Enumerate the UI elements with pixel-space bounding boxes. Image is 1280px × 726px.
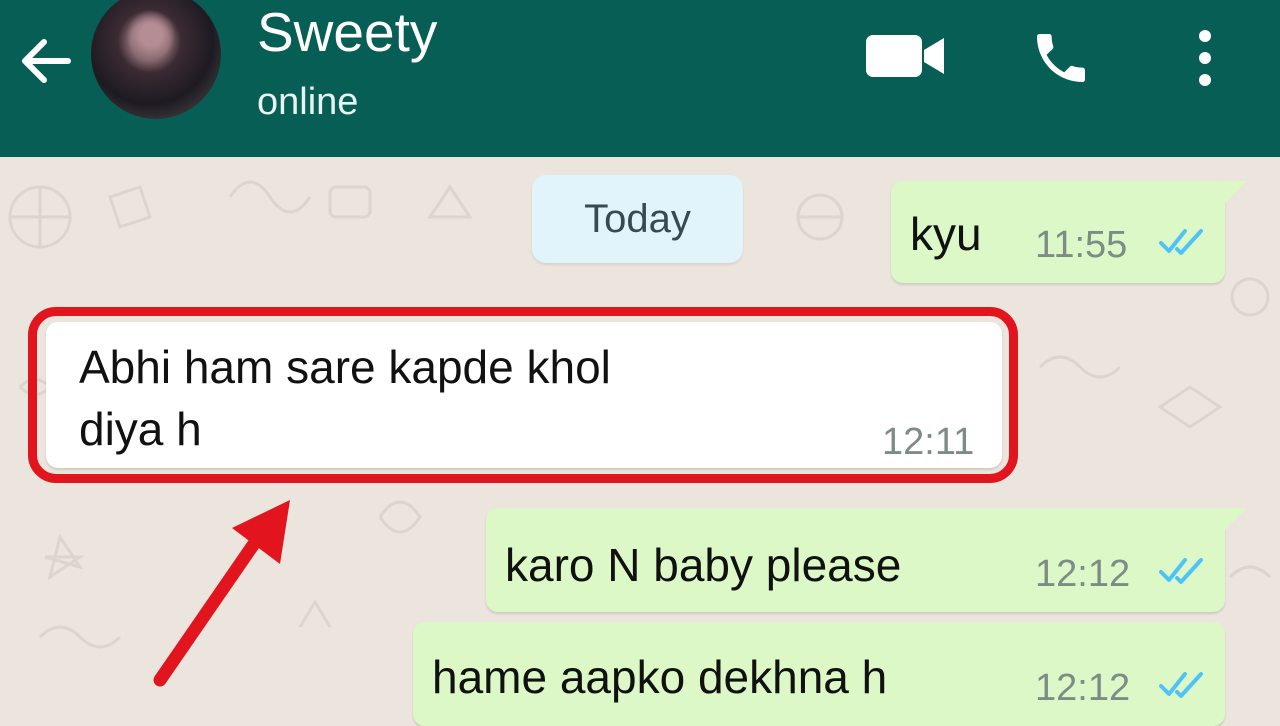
- bubble-tail: [1219, 181, 1247, 209]
- contact-status: online: [257, 81, 359, 123]
- read-ticks-icon: [1159, 672, 1203, 698]
- message-time: 12:12: [1035, 553, 1131, 595]
- message-bubble-outgoing[interactable]: kyu 11:55: [891, 181, 1247, 283]
- back-arrow-icon[interactable]: [14, 30, 76, 92]
- more-options-icon[interactable]: [1192, 26, 1218, 90]
- annotation-arrow-icon: [153, 500, 290, 687]
- message-bubble-outgoing[interactable]: hame aapko dekhna h 12:12: [413, 622, 1225, 726]
- message-text: hame aapko dekhna h: [432, 651, 888, 703]
- date-separator: Today: [532, 175, 743, 263]
- contact-name[interactable]: Sweety: [257, 0, 437, 64]
- phone-icon[interactable]: [1026, 26, 1096, 90]
- highlight-box: [28, 307, 1018, 483]
- message-text: kyu: [910, 208, 982, 260]
- bubble-tail: [1219, 508, 1247, 536]
- message-text: karo N baby please: [505, 539, 902, 591]
- read-ticks-icon: [1159, 558, 1203, 584]
- video-call-icon[interactable]: [864, 32, 946, 80]
- chat-header: Sweety online: [0, 0, 1280, 157]
- message-time: 11:55: [1035, 224, 1128, 266]
- read-ticks-icon: [1159, 229, 1203, 255]
- message-time: 12:12: [1035, 667, 1131, 709]
- avatar[interactable]: [91, 0, 221, 119]
- message-bubble-outgoing[interactable]: karo N baby please 12:12: [486, 508, 1247, 612]
